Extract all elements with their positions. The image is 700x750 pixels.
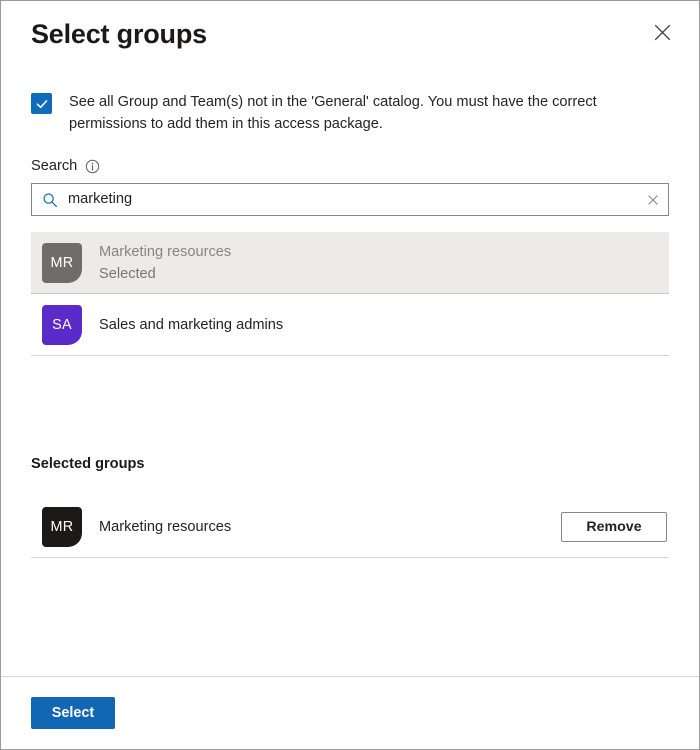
catalog-checkbox[interactable] <box>31 93 52 114</box>
search-input[interactable] <box>58 185 640 214</box>
dialog-footer: Select <box>1 676 699 749</box>
select-groups-dialog: Select groups See all Group and Team(s) … <box>0 0 700 750</box>
search-icon <box>42 192 58 208</box>
search-block: Search <box>31 156 669 216</box>
catalog-checkbox-label: See all Group and Team(s) not in the 'Ge… <box>69 91 637 135</box>
selected-groups-heading: Selected groups <box>31 454 669 474</box>
avatar: SA <box>42 305 82 345</box>
list-item-name: Sales and marketing admins <box>99 314 283 336</box>
avatar: MR <box>42 243 82 283</box>
list-item-text: Sales and marketing admins <box>99 314 283 336</box>
dialog-header: Select groups <box>1 1 699 71</box>
info-icon[interactable] <box>85 159 100 174</box>
list-item-name: Marketing resources <box>99 241 231 263</box>
selected-groups-section: Selected groups MR Marketing resources R… <box>31 454 669 558</box>
list-item: MR Marketing resources Selected <box>31 232 669 294</box>
list-item-status: Selected <box>99 263 231 285</box>
dialog-body: See all Group and Team(s) not in the 'Ge… <box>1 71 699 676</box>
close-button[interactable] <box>643 13 681 51</box>
clear-search-button[interactable] <box>640 185 666 214</box>
list-item: MR Marketing resources Remove <box>31 496 669 558</box>
avatar: MR <box>42 507 82 547</box>
clear-icon <box>647 194 659 206</box>
remove-button[interactable]: Remove <box>561 512 667 542</box>
list-item-text: Marketing resources Selected <box>99 241 231 285</box>
search-label-row: Search <box>31 156 669 176</box>
search-input-wrapper[interactable] <box>31 183 669 216</box>
search-label: Search <box>31 156 77 176</box>
catalog-checkbox-row[interactable]: See all Group and Team(s) not in the 'Ge… <box>31 91 669 135</box>
checkmark-icon <box>35 97 49 111</box>
close-icon <box>653 23 672 42</box>
search-results-list: MR Marketing resources Selected SA Sales… <box>31 232 669 356</box>
list-item[interactable]: SA Sales and marketing admins <box>31 294 669 356</box>
selected-groups-list: MR Marketing resources Remove <box>31 496 669 558</box>
selected-group-name: Marketing resources <box>99 516 231 538</box>
page-title: Select groups <box>31 17 669 51</box>
select-button[interactable]: Select <box>31 697 115 729</box>
